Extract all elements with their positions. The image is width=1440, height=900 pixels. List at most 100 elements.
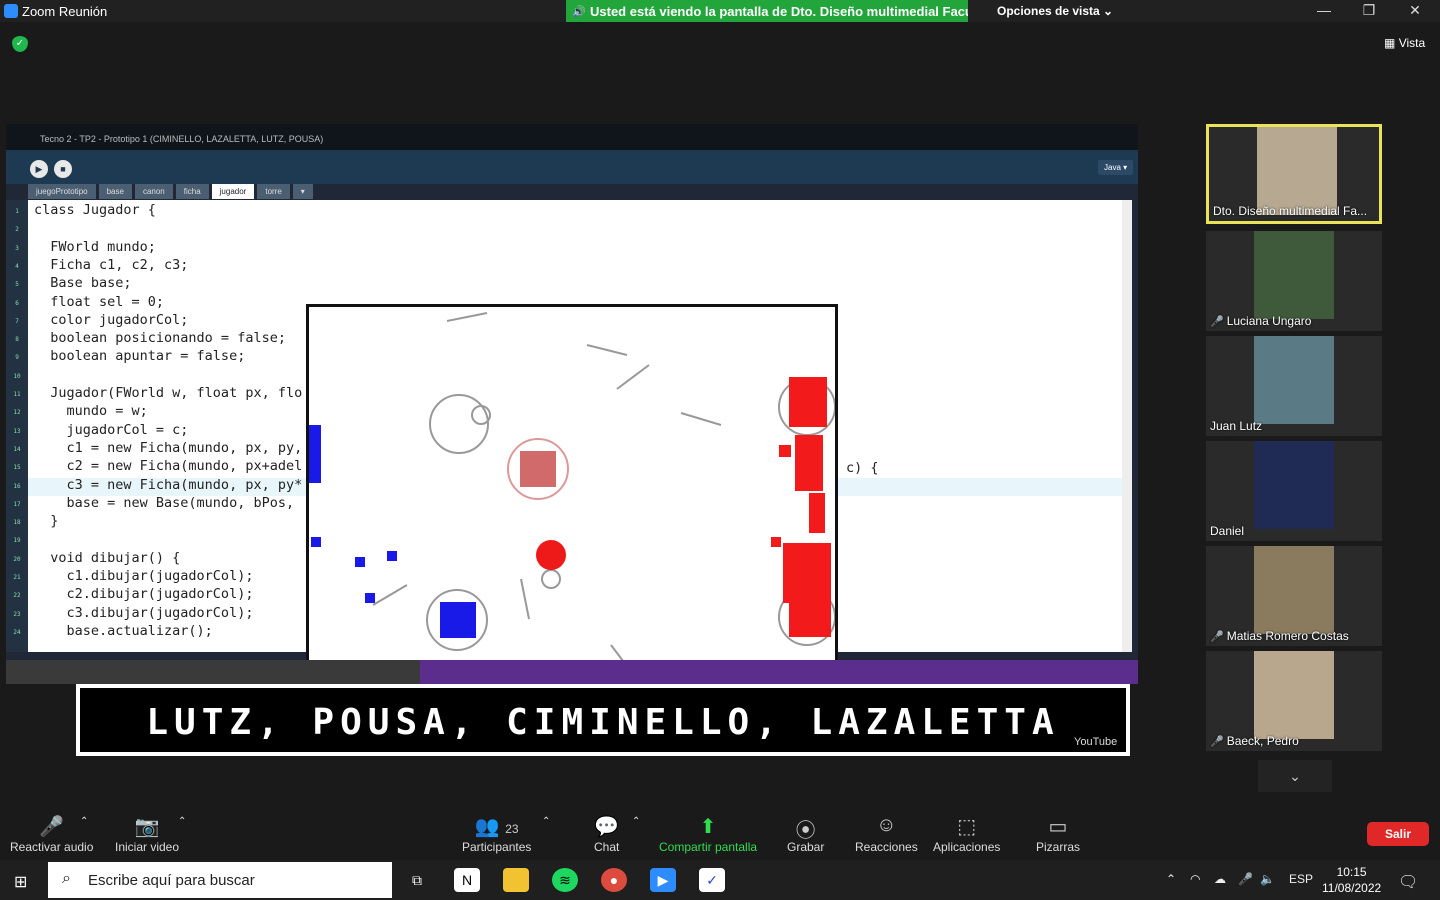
line-number: 1: [15, 208, 19, 215]
participant-video: [1254, 336, 1334, 424]
language-indicator[interactable]: ESP: [1289, 872, 1313, 886]
chat-label: Chat: [594, 840, 620, 854]
reactions-icon: ☺: [876, 814, 897, 836]
line-number: 18: [13, 519, 21, 527]
microphone-icon[interactable]: 🎤: [1238, 872, 1253, 886]
code-line: boolean posicionando = false;: [34, 330, 286, 347]
line-number: 14: [13, 445, 21, 453]
banner-text: Usted está viendo la pantalla de Dto. Di…: [590, 4, 968, 19]
participant-tile[interactable]: Dto. Diseño multimedial Fa...: [1206, 124, 1382, 224]
close-button[interactable]: ✕: [1405, 2, 1425, 19]
tray-chevron-icon[interactable]: ⌃: [1166, 872, 1176, 886]
code-line: mundo = w;: [34, 403, 148, 420]
apps-icon: ⬚: [957, 816, 977, 838]
record-button[interactable]: ⦿ Grabar: [787, 814, 824, 854]
participant-video: [1254, 441, 1334, 529]
stop-icon[interactable]: ■: [54, 160, 72, 178]
start-video-button[interactable]: 📷 Iniciar video: [115, 814, 179, 854]
line-number: 12: [13, 409, 21, 417]
editor-scrollbar[interactable]: [1122, 200, 1132, 652]
cloud-icon[interactable]: ☁: [1214, 872, 1226, 886]
volume-icon[interactable]: 🔈: [1260, 872, 1275, 886]
tab-6[interactable]: ▾: [292, 184, 313, 199]
apps-button[interactable]: ⬚ Aplicaciones: [933, 814, 1000, 854]
maximize-button[interactable]: ❐: [1359, 2, 1379, 19]
participant-name-text: Baeck, Pedro: [1226, 734, 1299, 748]
line-number: 2: [15, 226, 19, 234]
participant-tile[interactable]: 🎤 Luciana Ungaro: [1206, 231, 1382, 331]
zoom-logo-icon: [4, 4, 18, 18]
line-number: 22: [13, 592, 21, 600]
console-header: [6, 660, 420, 684]
chat-caret[interactable]: ⌃: [632, 816, 640, 827]
chat-icon: 💬: [594, 816, 620, 838]
spotify-icon[interactable]: ≋: [552, 868, 578, 892]
reactions-label: Reacciones: [855, 840, 918, 854]
line-number: 10: [13, 372, 21, 380]
audio-options-caret[interactable]: ⌃: [80, 816, 88, 827]
run-icon[interactable]: ▶: [30, 160, 48, 178]
gallery-scroll-down[interactable]: ⌄: [1258, 760, 1332, 792]
zoom-taskbar-icon[interactable]: ▶: [650, 868, 676, 892]
participant-count: 23: [505, 822, 519, 836]
participants-caret[interactable]: ⌃: [542, 816, 550, 827]
code-line: Base base;: [34, 275, 132, 292]
reactions-button[interactable]: ☺ Reacciones: [855, 814, 918, 854]
line-number: 24: [13, 628, 21, 636]
whiteboards-label: Pizarras: [1036, 840, 1081, 854]
tab-2[interactable]: canon: [134, 184, 173, 199]
ide-toolbar: ▶ ■ Java ▾: [6, 150, 1138, 184]
participant-tile[interactable]: Juan Lutz: [1206, 336, 1382, 436]
participant-tile[interactable]: 🎤 Matias Romero Costas: [1206, 546, 1382, 646]
file-explorer-icon[interactable]: [503, 868, 529, 892]
participant-tile[interactable]: 🎤 Baeck, Pedro: [1206, 651, 1382, 751]
shield-icon[interactable]: ✓: [12, 36, 28, 52]
search-icon: ⌕: [62, 870, 71, 887]
line-gutter: 1 2 3 4 5 6 7 8 9 10 11 12 13 14 15 16 17 18 19 20 21 22 23 24: [6, 200, 28, 652]
tab-4[interactable]: jugador: [211, 184, 255, 199]
video-off-icon: 📷: [134, 816, 160, 838]
tab-5[interactable]: torre: [257, 184, 290, 199]
code-line: c3.dibujar(jugadorCol);: [34, 604, 254, 621]
participant-video: [1257, 127, 1337, 215]
line-number: 3: [15, 244, 19, 252]
participant-name: 🎤 Baeck, Pedro: [1210, 734, 1299, 748]
vista-button[interactable]: ▦ Vista: [1384, 36, 1425, 50]
code-line: c1 = new Ficha(mundo, px, py,: [34, 439, 303, 456]
participant-tile[interactable]: Daniel: [1206, 441, 1382, 541]
unmute-label: Reactivar audio: [10, 840, 94, 854]
whiteboards-button[interactable]: ▭ Pizarras: [1036, 814, 1080, 854]
participant-name-text: Luciana Ungaro: [1226, 314, 1312, 328]
participants-button[interactable]: 👥 23 Participantes: [462, 814, 531, 854]
tab-3[interactable]: ficha: [175, 184, 209, 199]
task-view-icon[interactable]: ⧉: [404, 868, 430, 892]
tab-0[interactable]: juegoPrototipo: [28, 184, 96, 199]
mode-selector[interactable]: Java ▾: [1098, 160, 1134, 175]
windows-start-icon[interactable]: ⊞: [14, 872, 27, 892]
code-line: c1.dibujar(jugadorCol);: [34, 568, 254, 584]
participants-label: Participantes: [462, 840, 532, 854]
participant-name: 🎤 Matias Romero Costas: [1210, 629, 1349, 643]
view-options-button[interactable]: Opciones de vista ⌄: [997, 4, 1113, 18]
share-screen-button[interactable]: ⬆ Compartir pantalla: [659, 814, 757, 854]
clock[interactable]: 10:15 11/08/2022: [1322, 864, 1381, 896]
code-line: c2 = new Ficha(mundo, px+adel: [34, 458, 303, 475]
notion-icon[interactable]: N: [454, 868, 480, 892]
line-number: 20: [13, 555, 21, 563]
chat-button[interactable]: 💬 Chat: [594, 814, 619, 854]
app-taskbar-icon[interactable]: ✓: [699, 868, 725, 892]
notifications-icon[interactable]: 🗨: [1398, 872, 1418, 892]
tab-1[interactable]: base: [98, 184, 132, 199]
code-editor[interactable]: 1 2 3 4 5 6 7 8 9 10 11 12 13 14 15 16 17 18 19 20 21 22 23 24 …: [6, 200, 1132, 718]
line-number: 6: [15, 299, 19, 307]
network-icon[interactable]: ◠: [1190, 872, 1200, 886]
minimize-button[interactable]: —: [1314, 2, 1334, 18]
video-options-caret[interactable]: ⌃: [178, 816, 186, 827]
clock-time: 10:15: [1336, 865, 1367, 879]
taskbar-search[interactable]: ⌕ Escribe aquí para buscar: [48, 862, 392, 898]
share-screen-icon: ⬆: [699, 816, 717, 838]
meeting-controls: 🎤 Reactivar audio ⌃ 📷 Iniciar video ⌃ 👥 23…: [0, 800, 1440, 860]
leave-button[interactable]: Salir: [1367, 822, 1429, 846]
chrome-icon[interactable]: ●: [601, 868, 627, 892]
participant-name: Juan Lutz: [1210, 419, 1262, 433]
